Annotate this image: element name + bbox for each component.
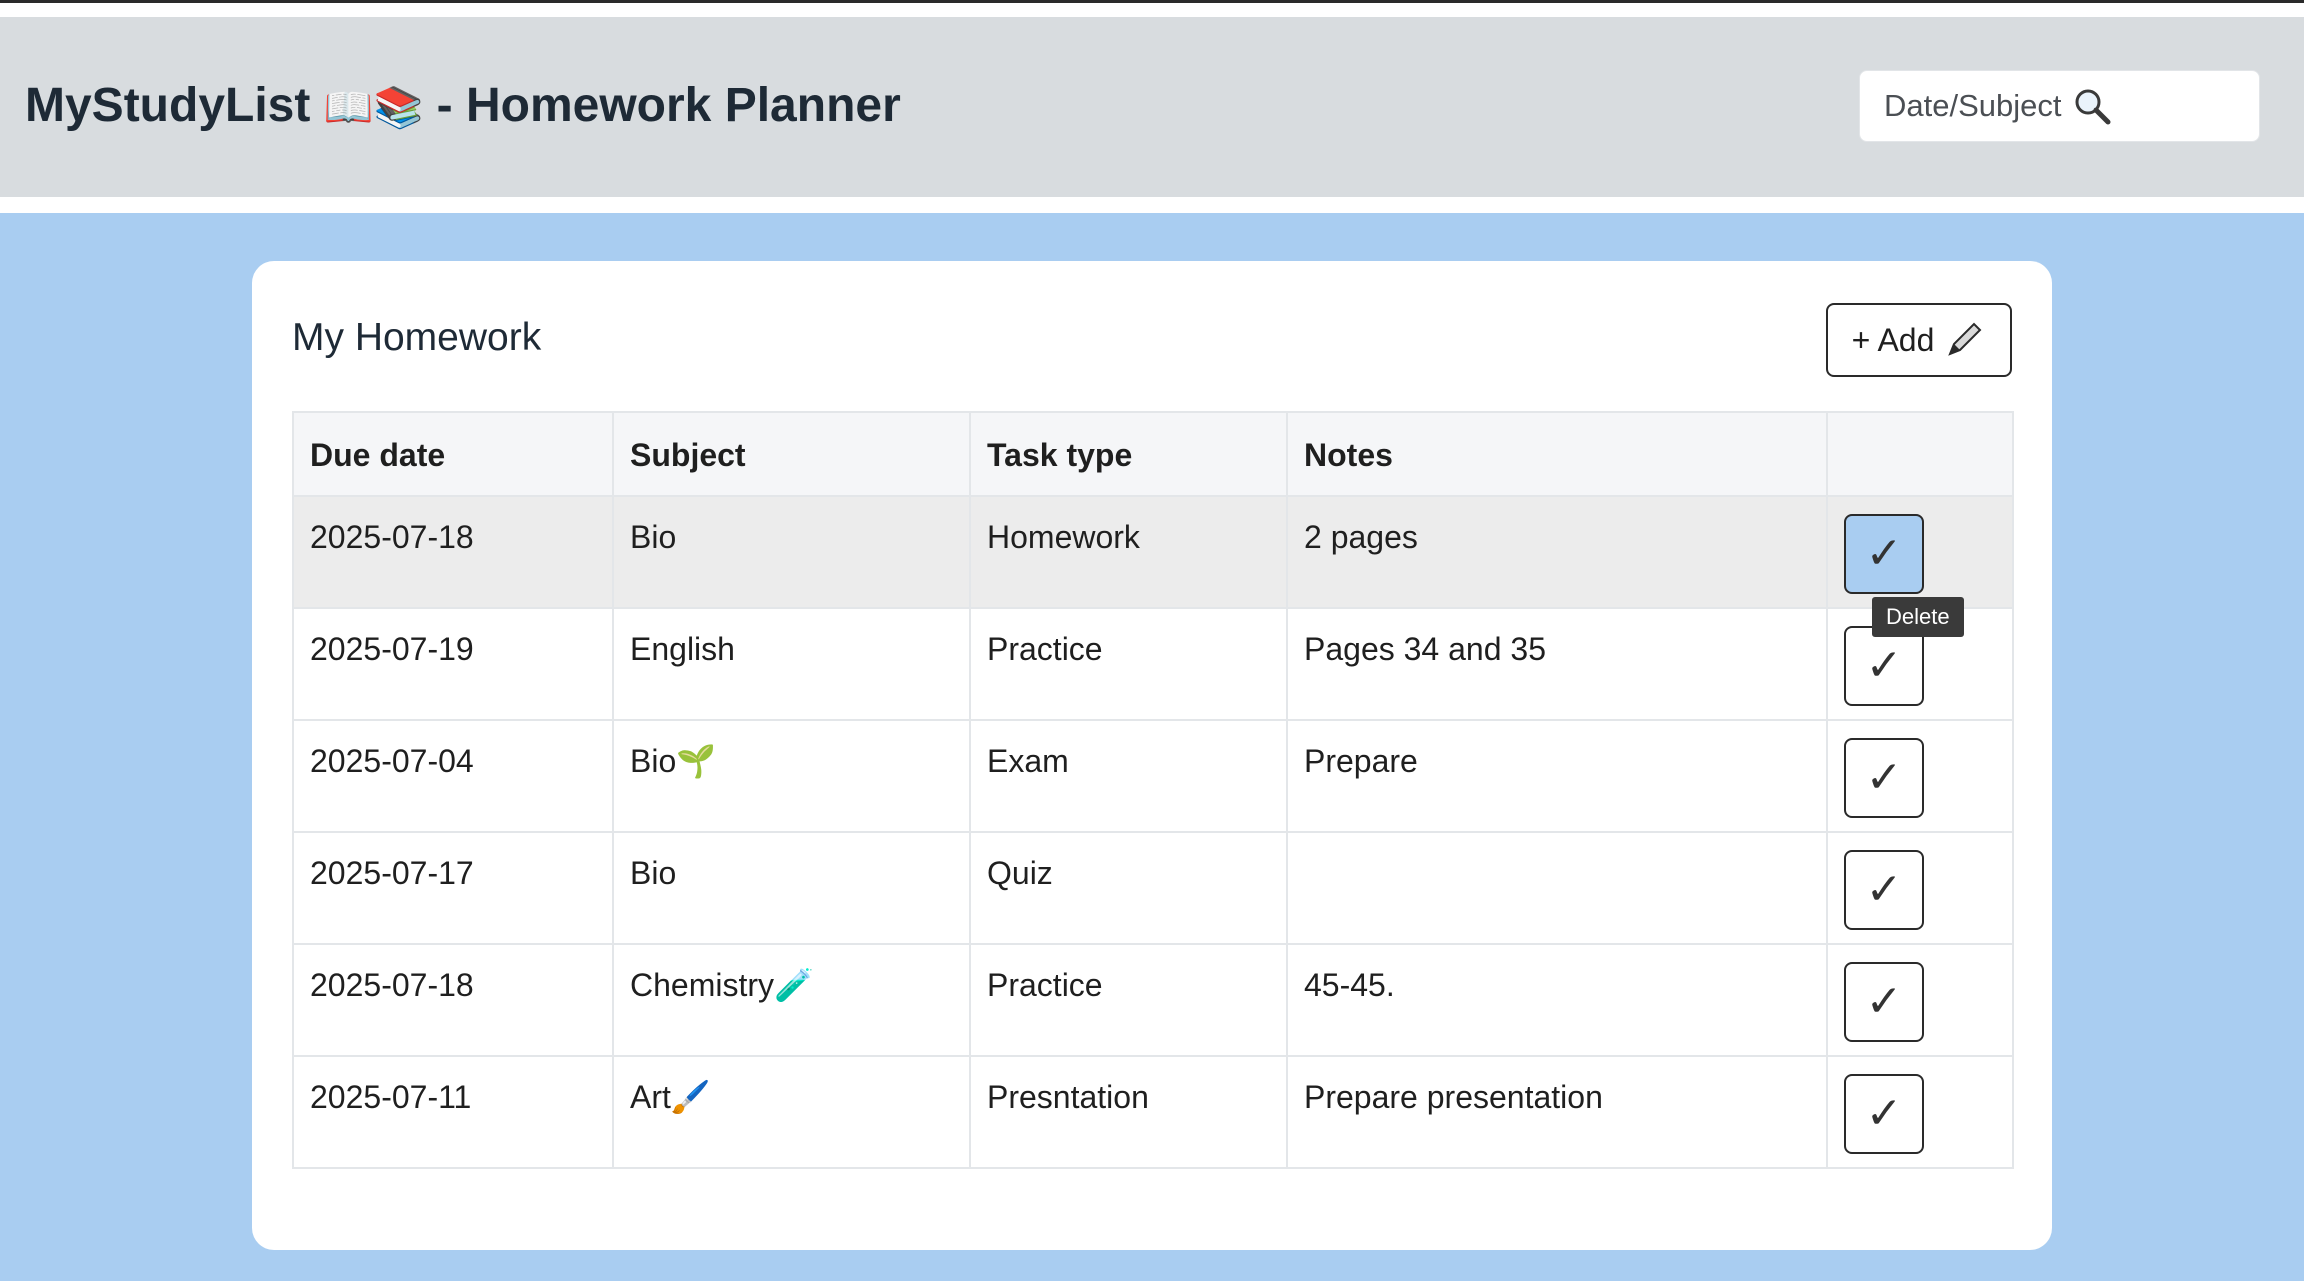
complete-button[interactable]: ✓ <box>1844 514 1924 594</box>
cell-due-date: 2025-07-17 <box>292 831 614 945</box>
table-header-row: Due date Subject Task type Notes <box>292 411 2014 497</box>
complete-button[interactable]: ✓ <box>1844 962 1924 1042</box>
cell-due-date: 2025-07-11 <box>292 1055 614 1169</box>
add-button-label: + Add <box>1851 321 1935 358</box>
table-row: 2025-07-04 Bio🌱 Exam Prepare ✓ <box>292 719 2014 833</box>
col-header-notes: Notes <box>1286 411 1828 497</box>
cell-actions: ✓ <box>1826 1055 2014 1169</box>
cell-subject: Bio <box>612 831 971 945</box>
complete-button[interactable]: ✓ <box>1844 1074 1924 1154</box>
cell-actions: ✓ <box>1826 831 2014 945</box>
cell-subject: Chemistry🧪 <box>612 943 971 1057</box>
add-button[interactable]: + Add <box>1826 303 2012 377</box>
cell-notes: 45-45. <box>1286 943 1828 1057</box>
table-row: 2025-07-19 English Practice Pages 34 and… <box>292 607 2014 721</box>
col-header-due-date: Due date <box>292 411 614 497</box>
cell-notes: 2 pages <box>1286 495 1828 609</box>
books-icon: 📖📚 <box>323 85 424 131</box>
cell-task-type: Presntation <box>969 1055 1288 1169</box>
table-row: 2025-07-17 Bio Quiz ✓ <box>292 831 2014 945</box>
pen-icon <box>1942 318 1986 362</box>
cell-task-type: Quiz <box>969 831 1288 945</box>
cell-actions: ✓ <box>1826 719 2014 833</box>
app-title-prefix: MyStudyList <box>25 79 311 132</box>
card-title: My Homework <box>292 316 542 359</box>
cell-task-type: Exam <box>969 719 1288 833</box>
cell-task-type: Practice <box>969 943 1288 1057</box>
table-row: 2025-07-11 Art🖌️ Presntation Prepare pre… <box>292 1055 2014 1169</box>
col-header-task-type: Task type <box>969 411 1288 497</box>
cell-notes <box>1286 831 1828 945</box>
cell-actions: ✓ <box>1826 495 2014 609</box>
cell-task-type: Practice <box>969 607 1288 721</box>
cell-due-date: 2025-07-18 <box>292 943 614 1057</box>
cell-notes: Pages 34 and 35 <box>1286 607 1828 721</box>
delete-tooltip: Delete <box>1872 597 1964 637</box>
complete-button[interactable]: ✓ <box>1844 738 1924 818</box>
cell-subject: Bio <box>612 495 971 609</box>
homework-card: My Homework + Add Due date Subject Task … <box>252 261 2052 1250</box>
app-title-suffix: - Homework Planner <box>436 79 901 132</box>
app-title: MyStudyList 📖📚 - Homework Planner <box>25 76 901 138</box>
complete-button[interactable]: ✓ <box>1844 850 1924 930</box>
table-row: 2025-07-18 Bio Homework 2 pages ✓ <box>292 495 2014 609</box>
cell-subject: English <box>612 607 971 721</box>
cell-actions: ✓ <box>1826 943 2014 1057</box>
cell-subject: Bio🌱 <box>612 719 971 833</box>
table-row: 2025-07-18 Chemistry🧪 Practice 45-45. ✓ <box>292 943 2014 1057</box>
search-icon <box>2072 86 2112 126</box>
col-header-subject: Subject <box>612 411 971 497</box>
cell-notes: Prepare <box>1286 719 1828 833</box>
cell-due-date: 2025-07-18 <box>292 495 614 609</box>
complete-button[interactable]: ✓ <box>1844 626 1924 706</box>
cell-task-type: Homework <box>969 495 1288 609</box>
cell-due-date: 2025-07-04 <box>292 719 614 833</box>
col-header-actions <box>1826 411 2014 497</box>
search-input[interactable]: Date/Subject <box>1859 70 2260 142</box>
cell-notes: Prepare presentation <box>1286 1055 1828 1169</box>
cell-subject: Art🖌️ <box>612 1055 971 1169</box>
cell-due-date: 2025-07-19 <box>292 607 614 721</box>
search-placeholder: Date/Subject <box>1884 88 2062 123</box>
homework-table: Due date Subject Task type Notes 2025-07… <box>292 411 2014 1169</box>
